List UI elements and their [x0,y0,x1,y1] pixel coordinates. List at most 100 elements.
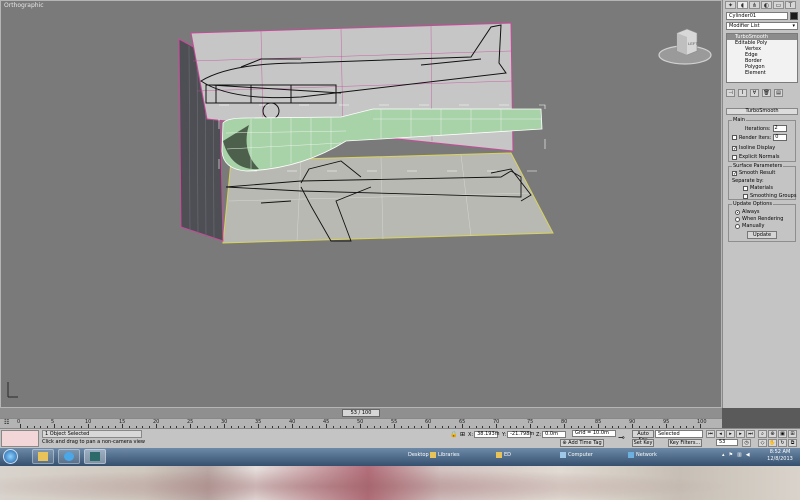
time-slider-thumb[interactable]: 53 / 100 [342,409,380,417]
zoom-icon[interactable]: ⌕ [758,430,767,438]
go-to-start-icon[interactable]: ⏮ [706,430,715,438]
key-icon[interactable]: ⊸ [618,433,625,442]
manually-label: Manually [742,223,765,229]
perspective-viewport[interactable]: Orthographic LEFT [0,0,722,408]
manually-radio[interactable] [735,223,740,229]
smoothing-groups-checkbox[interactable] [743,193,748,199]
object-name-field[interactable]: Cylinder01 [726,12,788,20]
set-key-button[interactable]: Set Key [632,439,654,447]
render-iters-label: Render Iters: [739,134,772,141]
key-selection-value: Selected [658,431,680,437]
maxscript-mini-listener[interactable] [1,430,39,447]
x-coordinate: X: 38.193m [468,431,500,438]
lock-selection-icon[interactable]: 🔒 [450,431,457,438]
zoom-extents-all-icon[interactable]: ⊞ [788,430,797,438]
modifier-list-dropdown[interactable]: Modifier List ▾ [726,22,798,30]
key-selection-dropdown[interactable]: Selected [655,430,703,438]
taskbar-computer[interactable]: Computer [560,452,593,458]
smoothing-groups-row: Smoothing Groups [743,193,796,199]
time-config-icon[interactable]: ◷ [742,439,751,447]
render-iters-spinner[interactable]: 0 [773,134,788,141]
make-unique-icon[interactable]: ∀ [750,89,759,97]
go-to-end-icon[interactable]: ⏭ [746,430,755,438]
track-bar[interactable]: ☷ 0 5 10 15 20 25 30 35 40 45 50 55 60 65 70 75 80 85 90 95… [0,418,722,428]
x-field[interactable]: 38.193m [474,431,500,438]
clock-date: 12/8/2013 [767,456,793,462]
explicit-normals-label: Explicit Normals [739,154,780,160]
ie-pin[interactable] [58,449,80,464]
materials-label: Materials [750,185,773,191]
z-field[interactable]: 0.0m [542,431,567,438]
track-tick-label: 95 [663,419,670,425]
3dsmax-pin[interactable] [84,449,106,464]
play-icon[interactable]: ▸ [726,430,735,438]
show-end-result-icon[interactable]: Ι [738,89,747,97]
modify-tab-icon[interactable]: ◖ [737,1,748,9]
track-tick-label: 25 [187,419,194,425]
isoline-label: Isoline Display [739,145,776,151]
when-rendering-radio[interactable] [735,216,740,222]
iterations-spinner[interactable]: 2 [772,125,787,132]
update-button[interactable]: Update [747,231,777,239]
always-row: Always [735,209,760,215]
scene-canvas[interactable] [1,1,722,408]
start-button-icon[interactable] [3,449,18,464]
next-frame-icon[interactable]: ▸ [736,430,745,438]
isoline-checkbox[interactable]: ✓ [732,145,737,151]
configure-sets-icon[interactable]: ▤ [774,89,783,97]
motion-tab-icon[interactable]: ◐ [761,1,772,9]
key-filters-button[interactable]: Key Filters... [668,439,702,447]
display-tab-icon[interactable]: ▭ [773,1,784,9]
flag-icon[interactable]: ⚑ [729,452,733,458]
transform-mode-icon[interactable]: ⊞ [460,431,465,438]
zoom-all-icon[interactable]: ⊕ [768,430,777,438]
always-radio[interactable] [735,209,740,215]
update-options-group: Update Options Always When Rendering Man… [728,201,796,242]
taskbar-clock[interactable]: 8:52 AM 12/8/2013 [762,449,798,463]
smooth-result-checkbox[interactable]: ✓ [732,170,737,176]
track-bar-filter-icon[interactable]: ☷ [4,419,9,426]
modifier-stack[interactable]: TurboSmooth Editable Poly Vertex Edge Bo… [726,33,798,83]
object-color-swatch[interactable] [790,12,798,20]
time-slider[interactable]: 53 / 100 [0,408,722,418]
windows-taskbar: Desktop Libraries ED Computer Network ▴ … [0,448,800,466]
turbosmooth-rollout-header[interactable]: TurboSmooth [726,108,798,115]
utilities-tab-icon[interactable]: T [785,1,796,9]
create-tab-icon[interactable]: ✦ [725,1,736,9]
ed-folder-icon [496,452,502,458]
explorer-pin[interactable] [32,449,54,464]
orbit-icon[interactable]: ↻ [778,439,787,447]
smooth-result-row: ✓ Smooth Result [732,170,775,176]
field-of-view-icon[interactable]: ◇ [758,439,767,447]
taskbar-ed[interactable]: ED [496,452,511,458]
y-label: Y: [502,431,507,438]
explicit-normals-checkbox[interactable] [732,154,737,160]
current-frame-field[interactable]: 53 [716,439,738,446]
remove-modifier-icon[interactable]: 🗑 [762,89,771,97]
materials-checkbox[interactable] [743,185,748,191]
render-iters-checkbox[interactable] [732,135,737,140]
track-tick-label: 35 [255,419,262,425]
computer-icon [560,452,566,458]
previous-frame-icon[interactable]: ◂ [716,430,725,438]
add-time-tag-button[interactable]: ⊕ Add Time Tag [560,439,604,447]
network-status-icon[interactable]: ▥ [737,452,742,458]
zoom-extents-icon[interactable]: ▣ [778,430,787,438]
track-tick-label: 60 [425,419,432,425]
y-field[interactable]: -21.798m [507,431,534,438]
main-group: Main Iterations: 2 Render Iters: 0 ✓ Iso… [728,117,796,162]
desktop-toolbar[interactable]: Desktop [408,452,429,458]
update-group-title: Update Options [732,201,773,207]
auto-key-button[interactable]: Auto Key [632,430,654,443]
tray-expand-icon[interactable]: ▴ [722,452,725,458]
hierarchy-tab-icon[interactable]: ⋔ [749,1,760,9]
maximize-viewport-icon[interactable]: ⧉ [788,439,797,447]
taskbar-network[interactable]: Network [628,452,657,458]
pan-icon[interactable]: ✋ [768,439,777,447]
volume-icon[interactable]: ◀ [746,452,750,458]
ed-label: ED [504,452,512,458]
viewcube-icon[interactable]: LEFT [657,23,713,73]
pin-stack-icon[interactable]: ⊣ [726,89,735,97]
sub-object-element[interactable]: Element [727,70,797,76]
taskbar-libraries[interactable]: Libraries [430,452,460,458]
